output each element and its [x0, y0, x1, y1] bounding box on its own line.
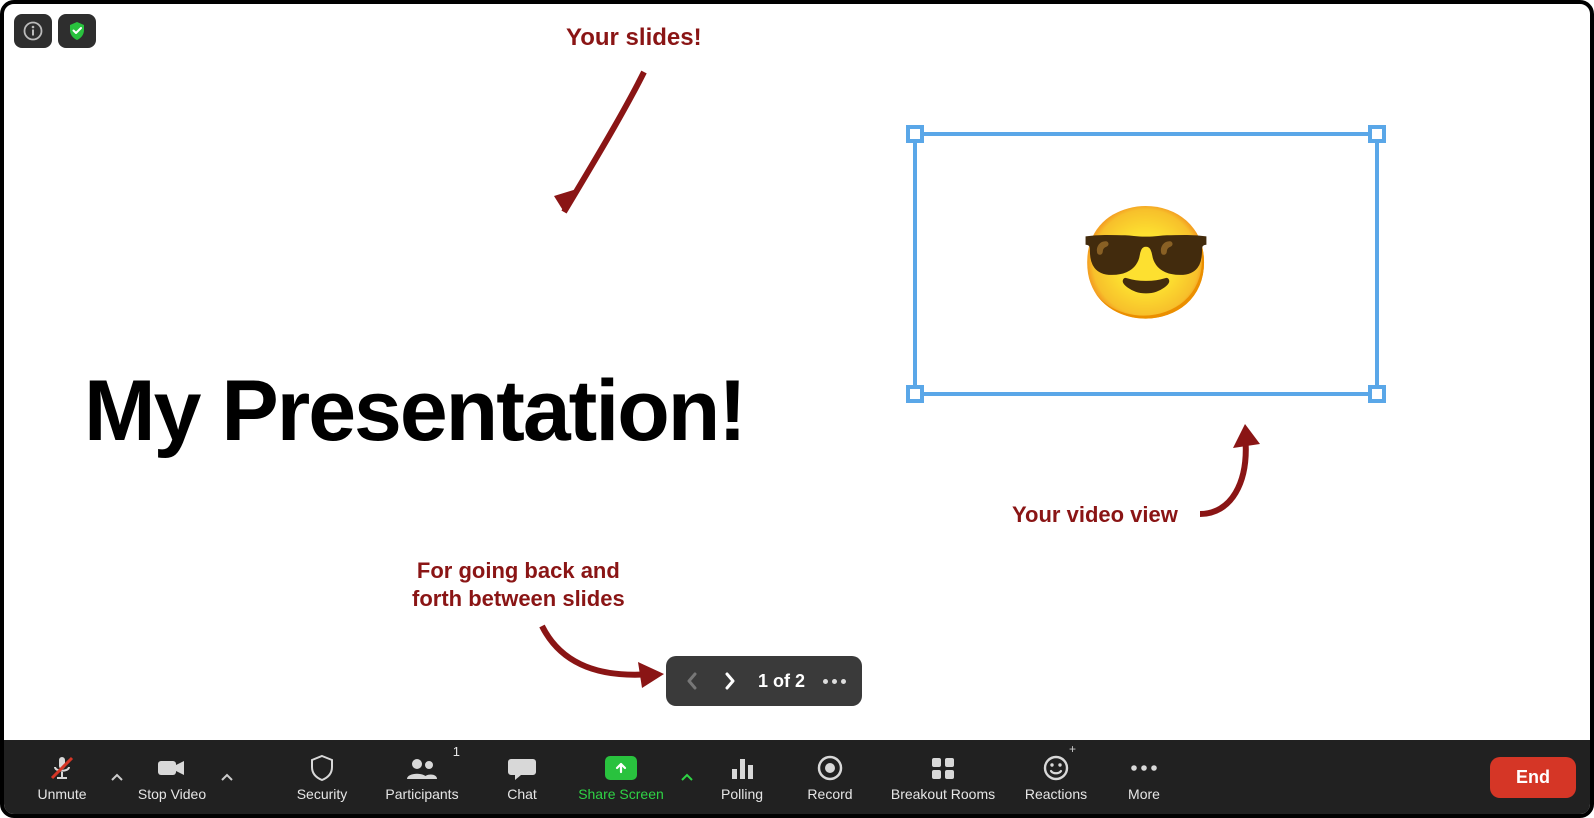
video-camera-icon [156, 757, 188, 779]
encryption-button[interactable] [58, 14, 96, 48]
annotation-arrow-video [1190, 404, 1280, 524]
video-options-caret[interactable] [216, 740, 238, 814]
dot-icon [832, 679, 837, 684]
share-screen-label: Share Screen [578, 786, 664, 802]
chat-bubble-icon [507, 755, 537, 781]
more-dots-icon [1129, 763, 1159, 773]
breakout-rooms-label: Breakout Rooms [891, 786, 995, 802]
info-icon [23, 21, 43, 41]
prev-slide-button[interactable] [678, 667, 706, 695]
slide-navigator: 1 of 2 [666, 656, 862, 706]
unmute-button[interactable]: Unmute [18, 740, 106, 814]
annotation-arrow-nav [532, 616, 682, 696]
end-meeting-button[interactable]: End [1490, 757, 1576, 798]
chevron-up-icon [681, 773, 693, 781]
share-screen-button[interactable]: Share Screen [566, 740, 676, 814]
shield-check-icon [66, 20, 88, 42]
chevron-left-icon [685, 672, 699, 690]
audio-options-caret[interactable] [106, 740, 128, 814]
resize-handle-tl[interactable] [906, 125, 924, 143]
breakout-rooms-icon [929, 755, 957, 781]
resize-handle-br[interactable] [1368, 385, 1386, 403]
reactions-button[interactable]: Reactions + [1012, 740, 1100, 814]
bar-chart-icon [728, 755, 756, 781]
annotation-nav-line1: For going back and [417, 558, 620, 583]
chevron-up-icon [111, 773, 123, 781]
share-options-caret[interactable] [676, 740, 698, 814]
security-label: Security [297, 786, 348, 802]
plus-icon: + [1069, 742, 1076, 756]
security-button[interactable]: Security [278, 740, 366, 814]
more-button[interactable]: More [1100, 740, 1188, 814]
next-slide-button[interactable] [716, 667, 744, 695]
chat-label: Chat [507, 786, 537, 802]
record-label: Record [807, 786, 852, 802]
resize-handle-bl[interactable] [906, 385, 924, 403]
reactions-label: Reactions [1025, 786, 1087, 802]
dot-icon [823, 679, 828, 684]
more-label: More [1128, 786, 1160, 802]
chevron-right-icon [723, 672, 737, 690]
participants-icon [405, 756, 439, 780]
dot-icon [841, 679, 846, 684]
participants-count-badge: 1 [453, 744, 460, 759]
meeting-toolbar: Unmute Stop Video Security [4, 740, 1590, 814]
annotation-video-label: Your video view [1012, 502, 1178, 528]
participants-label: Participants [385, 786, 458, 802]
participants-button[interactable]: Participants 1 [366, 740, 478, 814]
polling-label: Polling [721, 786, 763, 802]
breakout-rooms-button[interactable]: Breakout Rooms [874, 740, 1012, 814]
smiley-icon [1042, 754, 1070, 782]
slide-nav-more-button[interactable] [819, 679, 850, 684]
resize-handle-tr[interactable] [1368, 125, 1386, 143]
polling-button[interactable]: Polling [698, 740, 786, 814]
annotation-arrow-slides [524, 62, 694, 242]
stop-video-button[interactable]: Stop Video [128, 740, 216, 814]
record-button[interactable]: Record [786, 740, 874, 814]
annotation-slides-label: Your slides! [566, 24, 702, 52]
slide-title: My Presentation! [84, 362, 745, 461]
record-icon [817, 755, 843, 781]
top-left-button-group [14, 14, 96, 48]
annotation-nav-label: For going back and forth between slides [412, 557, 625, 612]
shield-icon [309, 754, 335, 782]
sunglasses-emoji-icon: 😎 [1078, 209, 1215, 319]
share-screen-icon [605, 756, 637, 780]
annotation-nav-line2: forth between slides [412, 586, 625, 611]
meeting-info-button[interactable] [14, 14, 52, 48]
zoom-meeting-window: Your slides! My Presentation! 😎 Your vid… [0, 0, 1594, 818]
microphone-muted-icon [48, 754, 76, 782]
slide-indicator: 1 of 2 [754, 671, 809, 692]
chevron-up-icon [221, 773, 233, 781]
video-view-panel[interactable]: 😎 [913, 132, 1379, 396]
stop-video-label: Stop Video [138, 786, 206, 802]
chat-button[interactable]: Chat [478, 740, 566, 814]
unmute-label: Unmute [37, 786, 86, 802]
